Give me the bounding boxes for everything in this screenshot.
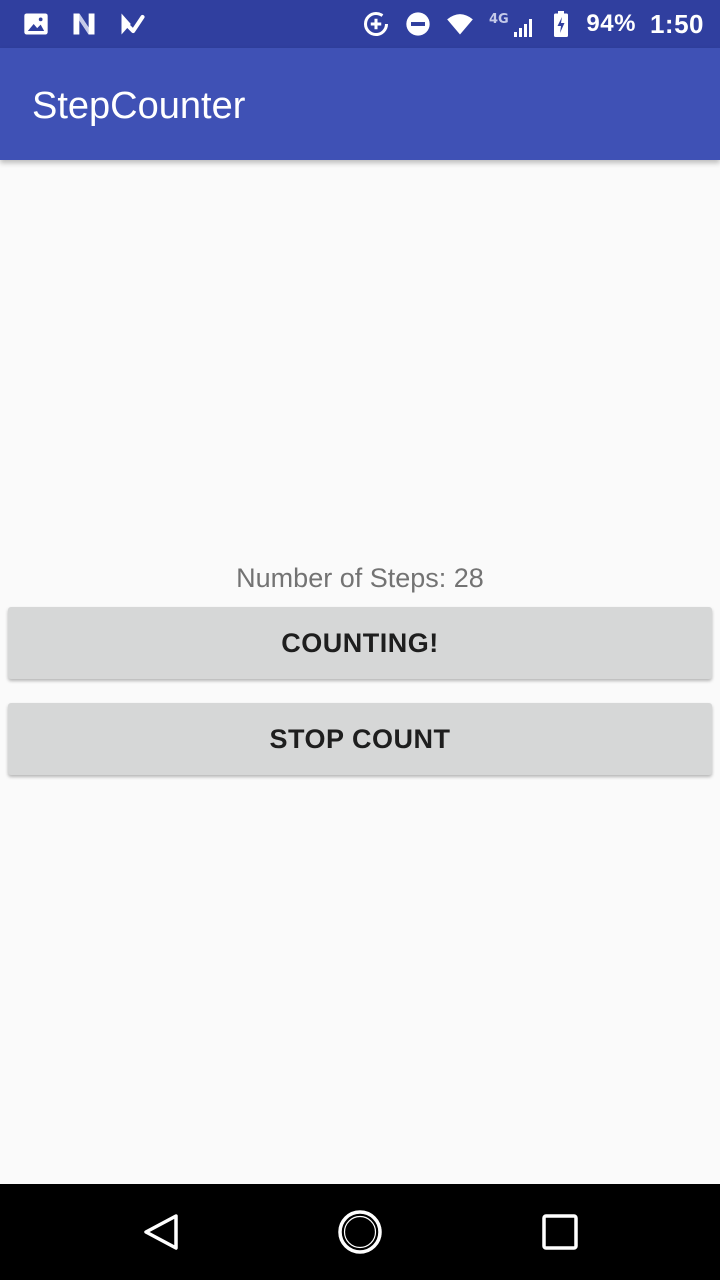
app-bar: StepCounter	[0, 48, 720, 160]
step-count-text: Number of Steps: 28	[236, 563, 484, 593]
recents-icon[interactable]	[532, 1204, 588, 1260]
stop-count-button[interactable]: STOP COUNT	[8, 703, 712, 775]
check-notification-icon	[118, 10, 146, 38]
screen: 4G 94% 1:50 StepCounter Number of Steps:…	[0, 0, 720, 1280]
battery-charging-icon	[550, 10, 572, 38]
home-icon[interactable]	[332, 1204, 388, 1260]
navigation-bar	[0, 1184, 720, 1280]
status-bar: 4G 94% 1:50	[0, 0, 720, 48]
n-app-icon	[70, 10, 98, 38]
svg-text:4G: 4G	[489, 12, 509, 27]
status-right-icons: 4G 94% 1:50	[362, 8, 704, 40]
back-icon[interactable]	[132, 1204, 188, 1260]
wifi-icon	[446, 10, 474, 38]
data-saver-icon	[362, 10, 390, 38]
clock: 1:50	[649, 8, 704, 39]
counting-button[interactable]: COUNTING!	[8, 607, 712, 679]
image-icon	[22, 10, 50, 38]
app-title: StepCounter	[32, 85, 246, 127]
do-not-disturb-icon	[404, 10, 432, 38]
battery-percentage: 94%	[586, 10, 636, 37]
status-left-icons	[22, 10, 146, 38]
4g-lte-signal-icon: 4G	[488, 10, 536, 38]
